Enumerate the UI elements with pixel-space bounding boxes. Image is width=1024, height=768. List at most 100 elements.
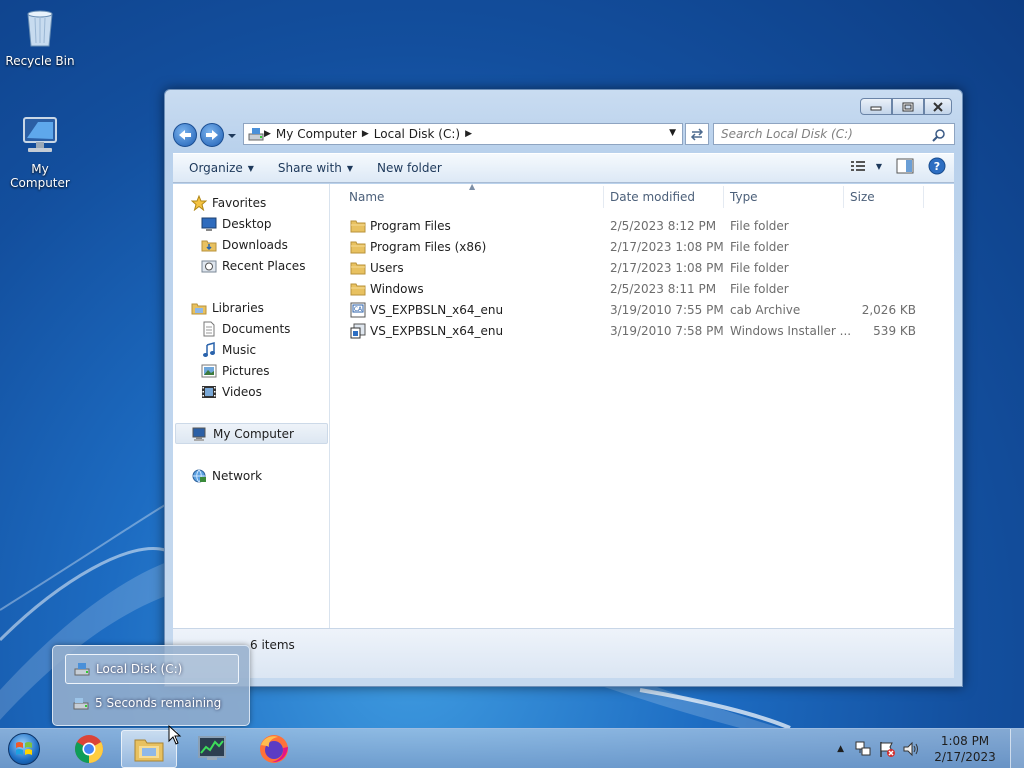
minimize-icon xyxy=(870,106,882,110)
thumbnail-local-disk-label: Local Disk (C:) xyxy=(96,662,183,676)
computer-icon xyxy=(18,114,62,158)
column-size[interactable]: Size xyxy=(850,190,875,204)
file-row[interactable]: Program Files (x86) 2/17/2023 1:08 PM Fi… xyxy=(331,237,954,258)
column-divider[interactable] xyxy=(603,186,604,208)
breadcrumb-separator-icon: ▶ xyxy=(264,129,271,139)
show-hidden-icons-chevron-icon[interactable]: ▲ xyxy=(837,744,844,754)
arrow-left-icon xyxy=(179,130,191,140)
nav-pictures-label: Pictures xyxy=(222,363,270,378)
windows-logo-icon xyxy=(8,733,40,765)
file-size: 539 KB xyxy=(873,324,916,338)
forward-button[interactable] xyxy=(200,123,224,147)
file-row[interactable]: Windows 2/5/2023 8:11 PM File folder xyxy=(331,279,954,300)
restore-icon xyxy=(902,102,914,111)
nav-my-computer-label: My Computer xyxy=(213,426,294,441)
nav-favorites[interactable]: Favorites xyxy=(191,192,266,213)
downloads-folder-icon xyxy=(201,237,217,253)
file-date: 2/5/2023 8:11 PM xyxy=(610,282,717,296)
column-type[interactable]: Type xyxy=(730,190,758,204)
column-divider[interactable] xyxy=(843,186,844,208)
nav-recent-places-label: Recent Places xyxy=(222,258,306,273)
nav-downloads[interactable]: Downloads xyxy=(201,234,288,255)
desktop-icon-my-computer[interactable]: My Computer xyxy=(0,114,80,190)
search-icon[interactable] xyxy=(932,128,946,142)
breadcrumb-separator-icon[interactable]: ▶ xyxy=(465,129,472,139)
help-icon[interactable]: ? xyxy=(928,157,946,175)
column-name[interactable]: Name xyxy=(349,190,384,204)
file-date: 3/19/2010 7:55 PM xyxy=(610,303,724,317)
share-with-menu[interactable]: Share with ▼ xyxy=(270,154,361,182)
network-tray-icon[interactable] xyxy=(854,740,872,758)
close-button[interactable] xyxy=(924,98,952,115)
folder-icon xyxy=(350,220,366,233)
chevron-down-icon: ▼ xyxy=(247,163,254,173)
file-size: 2,026 KB xyxy=(861,303,916,317)
nav-my-computer[interactable]: My Computer xyxy=(175,423,328,444)
file-type: File folder xyxy=(730,282,789,296)
taskbar-chrome[interactable] xyxy=(61,730,117,768)
nav-pictures[interactable]: Pictures xyxy=(201,360,270,381)
file-row[interactable]: Program Files 2/5/2023 8:12 PM File fold… xyxy=(331,216,954,237)
window-controls xyxy=(860,98,952,115)
mouse-cursor-icon xyxy=(168,725,182,745)
taskbar: ▲ 1:08 PM 2/17/2023 xyxy=(0,728,1024,768)
volume-icon[interactable] xyxy=(902,740,920,758)
nav-network[interactable]: Network xyxy=(191,465,262,486)
recent-pages-dropdown[interactable] xyxy=(227,128,237,142)
action-center-flag-icon[interactable] xyxy=(878,740,896,758)
nav-documents[interactable]: Documents xyxy=(201,318,290,339)
refresh-button[interactable] xyxy=(685,123,709,145)
nav-network-label: Network xyxy=(212,468,263,483)
desktop-icon-recycle-bin[interactable]: Recycle Bin xyxy=(0,6,80,68)
chevron-down-icon: ▼ xyxy=(346,163,353,173)
file-date: 2/5/2023 8:12 PM xyxy=(610,219,717,233)
recycle-bin-icon xyxy=(18,6,62,50)
back-button[interactable] xyxy=(173,123,197,147)
column-divider[interactable] xyxy=(723,186,724,208)
file-row[interactable]: VS_EXPBSLN_x64_enu 3/19/2010 7:58 PM Win… xyxy=(331,321,954,342)
nav-recent-places[interactable]: Recent Places xyxy=(201,255,305,276)
minimize-button[interactable] xyxy=(860,98,892,115)
nav-desktop[interactable]: Desktop xyxy=(201,213,272,234)
nav-videos[interactable]: Videos xyxy=(201,381,262,402)
nav-desktop-label: Desktop xyxy=(222,216,272,231)
taskbar-firefox[interactable] xyxy=(246,730,302,768)
new-folder-button[interactable]: New folder xyxy=(369,154,450,182)
breadcrumb-local-disk[interactable]: Local Disk (C:) xyxy=(374,127,460,141)
show-desktop-button[interactable] xyxy=(1010,729,1024,768)
column-date-modified[interactable]: Date modified xyxy=(610,190,695,204)
sort-ascending-icon: ▲ xyxy=(469,182,476,191)
clock-time: 1:08 PM xyxy=(940,734,990,748)
chrome-icon xyxy=(75,735,103,763)
address-dropdown-icon[interactable]: ▼ xyxy=(669,128,676,138)
file-row[interactable]: Users 2/17/2023 1:08 PM File folder xyxy=(331,258,954,279)
system-clock[interactable]: 1:08 PM 2/17/2023 xyxy=(930,733,1000,765)
desktop-icon-label: My Computer xyxy=(10,162,70,190)
maximize-button[interactable] xyxy=(892,98,924,115)
change-view-button[interactable]: ▼ xyxy=(850,159,882,173)
thumbnail-timer[interactable]: 5 Seconds remaining xyxy=(65,688,239,718)
thumbnail-local-disk[interactable]: Local Disk (C:) xyxy=(65,654,239,684)
thumbnail-timer-label: 5 Seconds remaining xyxy=(95,696,222,710)
navigation-bar: ▶ My Computer ▶ Local Disk (C:) ▶ ▼ Sear… xyxy=(173,122,955,148)
organize-menu[interactable]: Organize ▼ xyxy=(181,154,262,182)
preview-pane-icon[interactable] xyxy=(896,158,914,174)
breadcrumb-my-computer[interactable]: My Computer xyxy=(276,127,357,141)
nav-music[interactable]: Music xyxy=(201,339,256,360)
taskbar-task-manager[interactable] xyxy=(184,730,240,768)
search-input[interactable]: Search Local Disk (C:) xyxy=(713,123,955,145)
view-controls: ▼ ? xyxy=(850,157,946,175)
arrow-right-icon xyxy=(206,130,218,140)
folder-icon xyxy=(350,283,366,296)
file-type: File folder xyxy=(730,261,789,275)
nav-libraries[interactable]: Libraries xyxy=(191,297,264,318)
address-bar[interactable]: ▶ My Computer ▶ Local Disk (C:) ▶ ▼ xyxy=(243,123,683,145)
svg-text:?: ? xyxy=(934,160,940,173)
file-row[interactable]: CA VS_EXPBSLN_x64_enu 3/19/2010 7:55 PM … xyxy=(331,300,954,321)
nav-libraries-label: Libraries xyxy=(212,300,264,315)
file-date: 3/19/2010 7:58 PM xyxy=(610,324,724,338)
network-icon xyxy=(191,468,207,484)
column-divider[interactable] xyxy=(923,186,924,208)
notification-area: ▲ 1:08 PM 2/17/2023 xyxy=(837,729,1024,768)
start-button[interactable] xyxy=(4,730,44,768)
